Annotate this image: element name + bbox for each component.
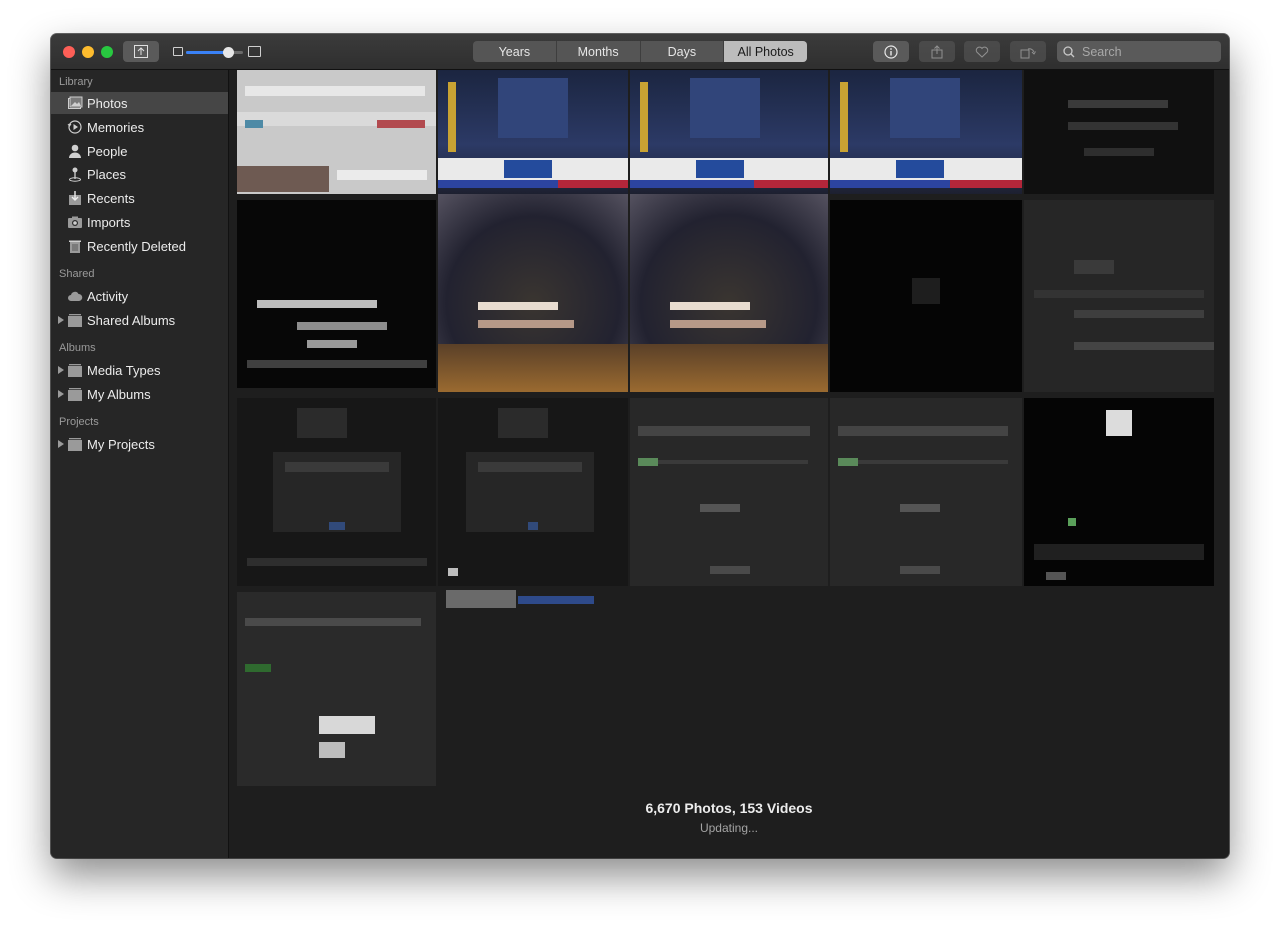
photo-thumbnail[interactable] xyxy=(237,70,436,194)
photo-thumbnail[interactable] xyxy=(237,200,436,388)
info-icon xyxy=(884,44,898,59)
photo-thumbnail[interactable] xyxy=(830,398,1022,586)
disclosure-triangle-icon[interactable] xyxy=(57,389,65,399)
section-title-library: Library xyxy=(59,76,93,88)
section-title-shared: Shared xyxy=(59,268,95,280)
sidebar-item-label: Activity xyxy=(87,288,129,304)
photo-thumbnail[interactable] xyxy=(237,592,436,786)
photo-thumbnail[interactable] xyxy=(630,398,828,586)
sidebar-item-label: Media Types xyxy=(87,362,161,378)
tab-all-photos[interactable]: All Photos xyxy=(724,41,807,62)
section-title-projects: Projects xyxy=(59,416,99,428)
sidebar-item-shared-albums[interactable]: Shared Albums xyxy=(51,309,228,331)
folder-icon xyxy=(68,438,82,451)
photo-thumbnail[interactable] xyxy=(438,398,628,586)
disclosure-triangle-icon[interactable] xyxy=(57,315,65,325)
view-segmented-control: Years Months Days All Photos xyxy=(473,41,807,62)
close-window-button[interactable] xyxy=(63,46,75,58)
photo-thumbnail[interactable] xyxy=(1024,200,1214,392)
search-field[interactable] xyxy=(1057,41,1221,62)
photo-grid: 6,670 Photos, 153 Videos Updating... xyxy=(229,70,1229,858)
zoom-out-icon[interactable] xyxy=(173,47,183,56)
search-input[interactable] xyxy=(1079,44,1212,59)
sidebar-item-label: My Albums xyxy=(87,386,151,402)
sidebar-item-people[interactable]: People xyxy=(51,140,228,162)
tray-icon xyxy=(69,191,81,205)
photos-window: Years Months Days All Photos Search Libr… xyxy=(51,34,1229,858)
photo-thumbnail[interactable] xyxy=(830,70,1022,194)
pin-icon xyxy=(69,167,81,182)
photo-thumbnail[interactable] xyxy=(830,200,1022,392)
minimize-window-button[interactable] xyxy=(82,46,94,58)
sidebar-item-label: Recently Deleted xyxy=(87,238,186,254)
share-icon xyxy=(931,44,943,58)
sidebar-toggle-button[interactable] xyxy=(123,41,159,62)
photo-thumbnail[interactable] xyxy=(438,588,628,628)
rotate-icon xyxy=(1020,47,1036,58)
photo-thumbnail[interactable] xyxy=(438,70,628,194)
heart-icon xyxy=(975,46,989,58)
sidebar-item-my-projects[interactable]: My Projects xyxy=(51,433,228,455)
rotate-button[interactable] xyxy=(1010,41,1046,62)
share-button[interactable] xyxy=(919,41,955,62)
photo-thumbnail[interactable] xyxy=(438,194,628,392)
sidebar-item-label: My Projects xyxy=(87,436,155,452)
folder-icon xyxy=(68,388,82,401)
sidebar-item-label: Places xyxy=(87,166,127,182)
section-title-albums: Albums xyxy=(59,342,96,354)
sidebar-item-imports[interactable]: Imports xyxy=(51,211,228,233)
sidebar-item-label: Imports xyxy=(87,214,131,230)
photo-thumbnail[interactable] xyxy=(1024,70,1214,194)
zoom-slider-fill xyxy=(186,51,229,54)
memories-icon xyxy=(67,120,82,134)
tab-days[interactable]: Days xyxy=(641,41,725,62)
sidebar-item-label: Photos xyxy=(87,95,128,111)
sidebar-item-label: People xyxy=(87,143,128,159)
sidebar-item-label: Memories xyxy=(87,119,145,135)
tab-months[interactable]: Months xyxy=(557,41,641,62)
tab-years[interactable]: Years xyxy=(473,41,557,62)
sidebar-item-activity[interactable]: Activity xyxy=(51,285,228,307)
toolbar: Years Months Days All Photos xyxy=(51,34,1229,70)
sidebar-item-media-types[interactable]: Media Types xyxy=(51,359,228,381)
library-count: 6,670 Photos, 153 Videos xyxy=(645,800,813,816)
photos-icon xyxy=(68,96,83,109)
sidebar-item-photos[interactable]: Photos xyxy=(51,92,228,114)
sidebar-item-places[interactable]: Places xyxy=(51,163,228,185)
maximize-window-button[interactable] xyxy=(101,46,113,58)
disclosure-triangle-icon[interactable] xyxy=(57,365,65,375)
sidebar-item-label: Recents xyxy=(87,190,135,206)
library-status: Updating... xyxy=(699,821,759,835)
sidebar-item-recents[interactable]: Recents xyxy=(51,187,228,209)
info-button[interactable] xyxy=(873,41,909,62)
zoom-in-icon[interactable] xyxy=(248,46,261,57)
sidebar: Library Photos Memories People Places Re… xyxy=(51,70,229,858)
photo-thumbnail[interactable] xyxy=(1024,398,1214,586)
favorite-button[interactable] xyxy=(964,41,1000,62)
photo-thumbnail[interactable] xyxy=(630,194,828,392)
trash-icon xyxy=(69,240,81,253)
sidebar-item-memories[interactable]: Memories xyxy=(51,116,228,138)
sidebar-item-my-albums[interactable]: My Albums xyxy=(51,383,228,405)
person-icon xyxy=(69,144,81,158)
photo-thumbnail[interactable] xyxy=(630,70,828,194)
sidebar-icon xyxy=(134,45,148,58)
zoom-slider[interactable] xyxy=(186,47,243,58)
sidebar-item-label: Shared Albums xyxy=(87,312,176,328)
search-icon xyxy=(1063,45,1075,57)
disclosure-triangle-icon[interactable] xyxy=(57,439,65,449)
folder-icon xyxy=(68,314,82,327)
photo-thumbnail[interactable] xyxy=(237,398,436,586)
sidebar-item-recently-deleted[interactable]: Recently Deleted xyxy=(51,235,228,257)
camera-icon xyxy=(68,216,82,228)
folder-icon xyxy=(68,364,82,377)
zoom-slider-knob[interactable] xyxy=(222,47,234,58)
cloud-icon xyxy=(68,291,83,301)
